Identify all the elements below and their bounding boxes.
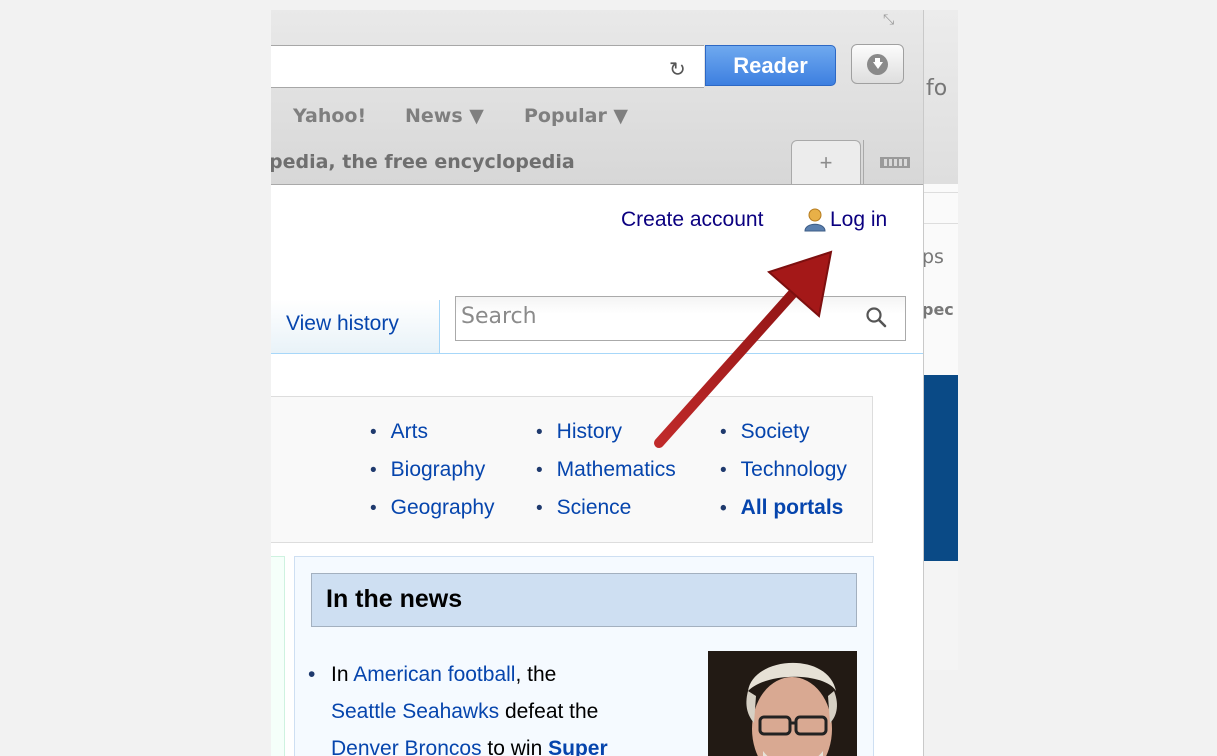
bg-fragment-1: fo xyxy=(926,76,948,101)
bookmark-yahoo[interactable]: Yahoo! xyxy=(293,105,366,127)
tabs-icon xyxy=(880,156,910,168)
news-text-1: In xyxy=(331,663,354,686)
download-icon xyxy=(867,53,888,75)
browser-window: ⤡ ↻ Reader Yahoo! News ▼ Popular ▼ pedia… xyxy=(271,10,923,756)
background-window: fo ps pec xyxy=(923,10,958,670)
bookmark-popular[interactable]: Popular ▼ xyxy=(524,105,628,127)
portal-technology[interactable]: Technology xyxy=(720,458,847,482)
bg-row xyxy=(924,192,958,224)
portal-science[interactable]: Science xyxy=(536,496,632,520)
link-denver-broncos[interactable]: Denver Broncos xyxy=(331,737,482,756)
new-tab-button[interactable]: + xyxy=(791,140,861,184)
address-bar[interactable] xyxy=(271,45,704,88)
annotation-arrow xyxy=(654,250,833,448)
news-text-3: defeat the xyxy=(499,700,599,723)
portal-mathematics[interactable]: Mathematics xyxy=(536,458,676,482)
news-text-4: to win xyxy=(481,737,549,756)
user-icon xyxy=(804,208,826,232)
portal-all-portals[interactable]: All portals xyxy=(720,496,844,520)
link-american-football[interactable]: American football xyxy=(353,663,515,686)
resize-icon[interactable]: ⤡ xyxy=(883,12,894,28)
search-icon[interactable] xyxy=(865,306,887,328)
bg-blue-banner xyxy=(924,375,958,561)
news-text-2: , the xyxy=(515,663,557,686)
search-placeholder: Search xyxy=(461,304,537,329)
news-photo[interactable] xyxy=(708,651,857,756)
reader-button[interactable]: Reader xyxy=(705,45,836,86)
tab-title[interactable]: pedia, the free encyclopedia xyxy=(271,151,575,173)
link-super-bowl[interactable]: Super xyxy=(548,737,608,756)
create-account-link[interactable]: Create account xyxy=(621,208,763,232)
news-bullet: • xyxy=(308,663,316,686)
bg-panel xyxy=(924,561,958,670)
in-the-news-title: In the news xyxy=(326,585,463,613)
view-history-label: View history xyxy=(286,312,399,335)
bookmark-news[interactable]: News ▼ xyxy=(405,105,484,127)
portal-history[interactable]: History xyxy=(536,420,622,444)
downloads-button[interactable] xyxy=(851,44,904,84)
portal-biography[interactable]: Biography xyxy=(370,458,486,482)
link-seattle-seahawks[interactable]: Seattle Seahawks xyxy=(331,700,499,723)
reload-icon[interactable]: ↻ xyxy=(669,57,686,81)
portal-arts[interactable]: Arts xyxy=(370,420,428,444)
show-all-tabs-button[interactable] xyxy=(863,140,923,184)
bg-fragment-2: ps xyxy=(923,246,944,268)
bg-fragment-3: pec xyxy=(923,300,954,319)
portal-geography[interactable]: Geography xyxy=(370,496,495,520)
featured-article-box xyxy=(271,556,285,756)
login-link[interactable]: Log in xyxy=(830,208,887,232)
portrait-image xyxy=(708,651,857,756)
news-item: • In American football, the Seattle Seah… xyxy=(308,656,671,756)
